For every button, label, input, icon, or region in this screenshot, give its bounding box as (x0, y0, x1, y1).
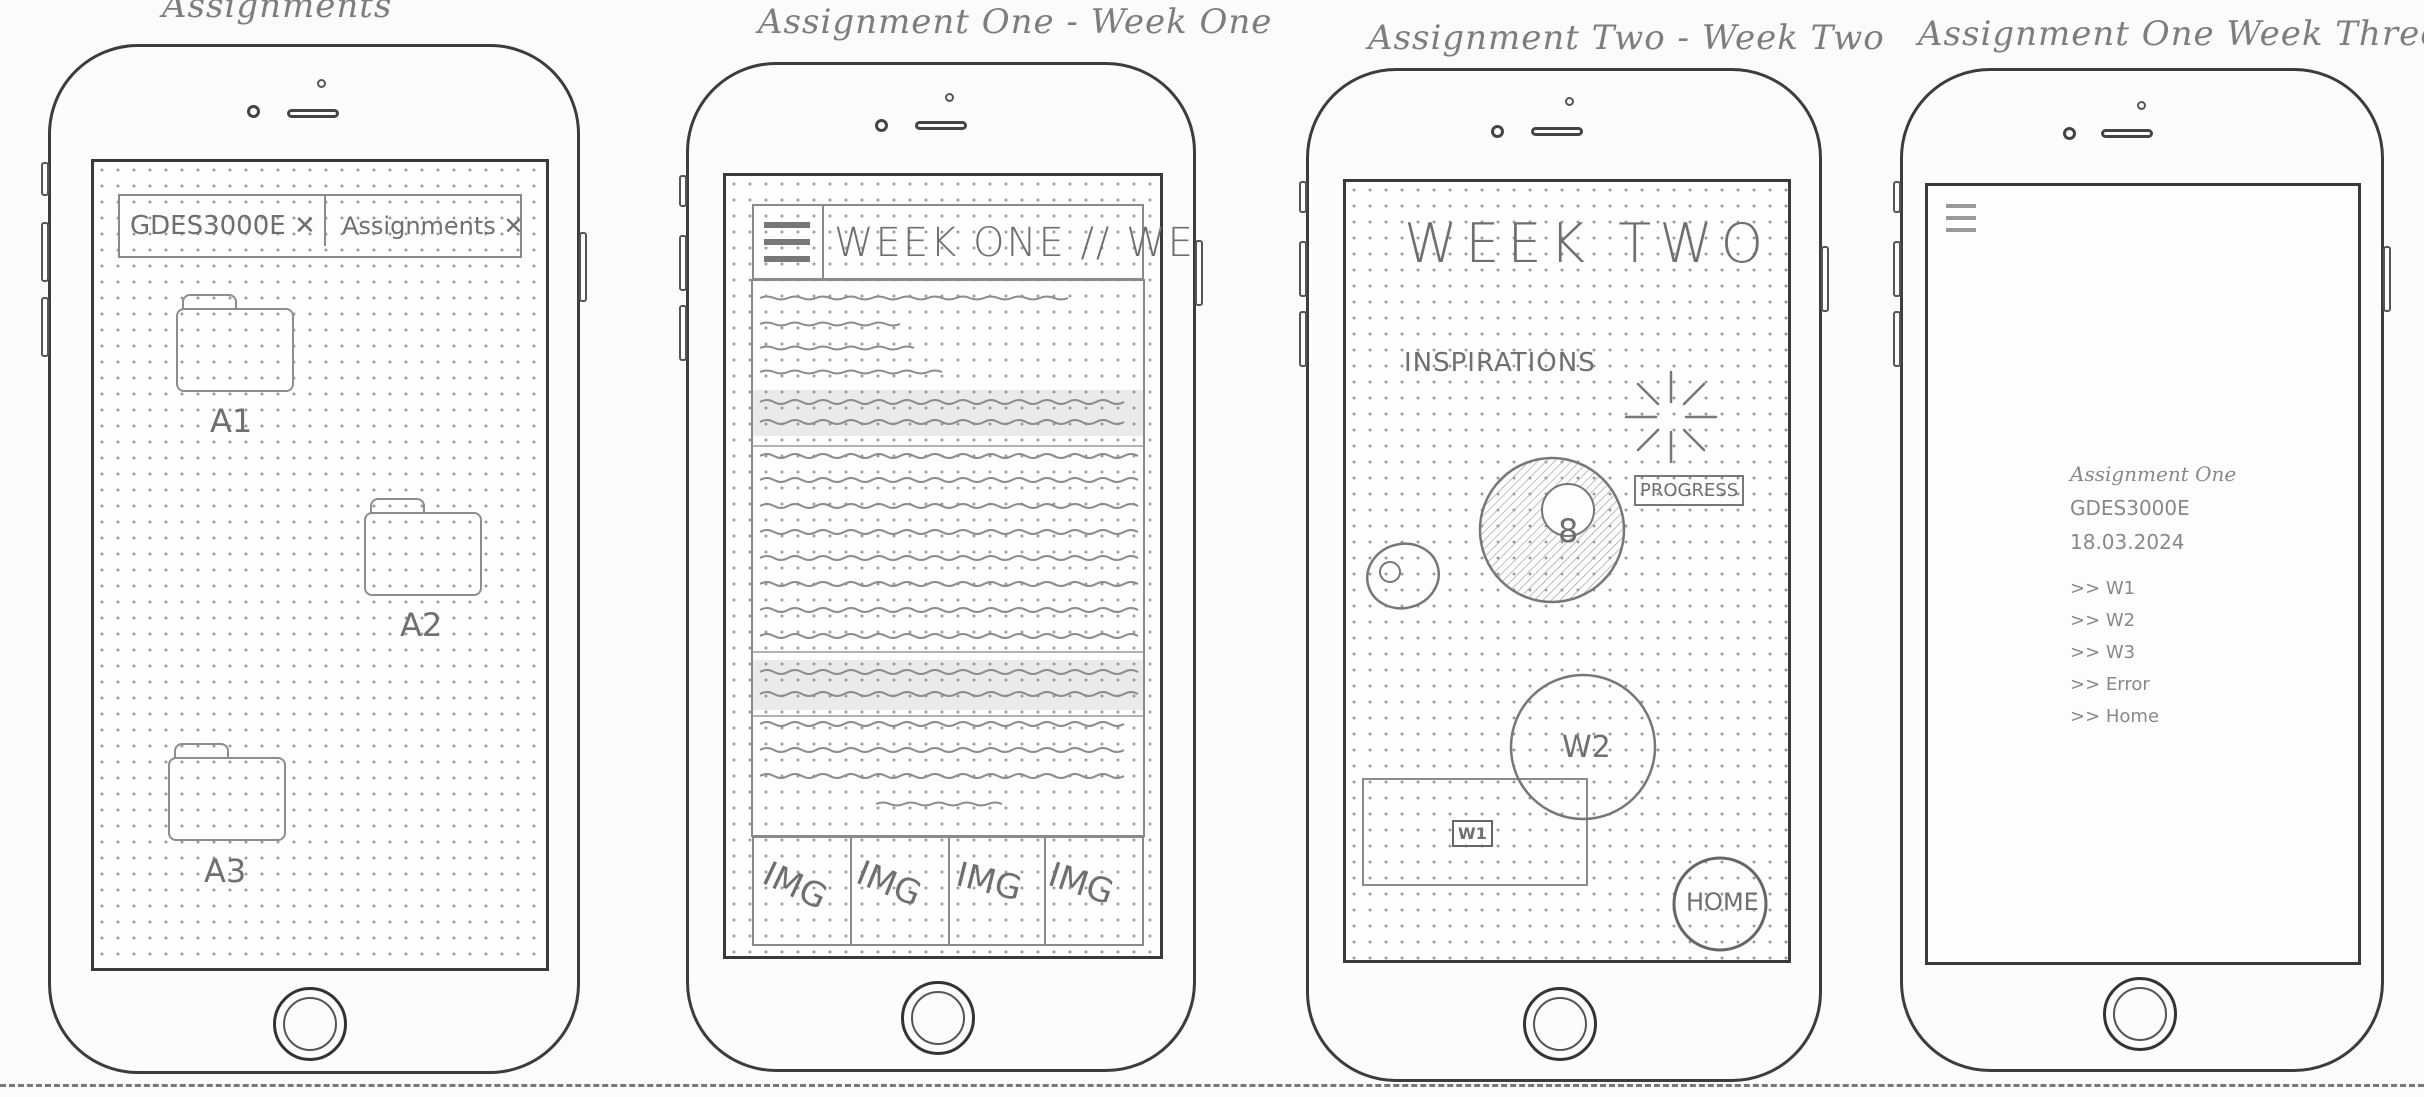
image-divider (850, 836, 852, 946)
power-button (2383, 246, 2391, 312)
speaker-icon (1531, 127, 1583, 136)
screen-assignments: GDES3000E ✕ Assignments ✕ A1 A2 A3 (91, 159, 549, 971)
menu-item-home[interactable]: >> Home (2070, 706, 2159, 727)
phone-frame-week-one: WEEK ONE // WE IMG IMG IMG IMG (679, 62, 1203, 1072)
text-line (759, 555, 1139, 561)
menu-item-w2[interactable]: >> W2 (2070, 610, 2135, 631)
folder-label-a2: A2 (400, 606, 443, 644)
side-button (1299, 181, 1307, 213)
home-button[interactable] (2103, 977, 2177, 1051)
date: 18.03.2024 (2070, 530, 2185, 554)
highlight-band (752, 390, 1144, 436)
text-line (759, 773, 1125, 779)
w2-label: W2 (1562, 730, 1611, 765)
text-line (759, 581, 1139, 587)
page-title: WEEK TWO (1404, 212, 1772, 275)
screen-week-one: WEEK ONE // WE IMG IMG IMG IMG (723, 173, 1193, 959)
text-line (759, 747, 1125, 753)
section-heading: INSPIRATIONS (1404, 348, 1596, 378)
proximity-sensor-icon (1565, 97, 1574, 106)
side-button (1893, 181, 1901, 213)
tab-assignments[interactable]: Assignments ✕ (342, 196, 524, 256)
caption-assignments: Assignments (162, 0, 393, 26)
project-title: Assignment One (2070, 462, 2237, 486)
text-line (875, 801, 1003, 807)
text-line (759, 633, 1139, 639)
eight-ball-label: 8 (1558, 512, 1579, 550)
close-menu-icon[interactable] (1946, 204, 1976, 232)
volume-down-button (679, 305, 687, 361)
text-line (759, 477, 1139, 483)
speaker-icon (287, 109, 339, 118)
image-divider (1044, 836, 1046, 946)
volume-down-button (1299, 311, 1307, 367)
home-button[interactable] (273, 987, 347, 1061)
text-line (759, 321, 901, 327)
text-line (759, 345, 915, 351)
caption-week-two: Assignment Two - Week Two (1368, 18, 1885, 58)
home-label: HOME (1686, 888, 1759, 916)
folder-label-a1: A1 (210, 402, 253, 440)
folder-label-a3: A3 (204, 852, 247, 890)
course-code: GDES3000E (2070, 496, 2190, 520)
proximity-sensor-icon (317, 79, 326, 88)
speaker-icon (915, 121, 967, 130)
volume-down-button (41, 297, 49, 357)
phone-frame-assignments: GDES3000E ✕ Assignments ✕ A1 A2 A3 (41, 44, 587, 1074)
home-button[interactable] (1523, 987, 1597, 1061)
text-line (759, 295, 1069, 301)
power-button (1821, 246, 1829, 312)
volume-up-button (679, 235, 687, 291)
text-line (759, 607, 1139, 613)
front-camera-icon (875, 119, 888, 132)
cut-line (0, 1084, 2424, 1087)
tab-gdes3000e[interactable]: GDES3000E ✕ (130, 196, 326, 246)
folder-icon-a2[interactable] (364, 498, 482, 596)
menu-item-w1[interactable]: >> W1 (2070, 578, 2135, 599)
power-button (579, 232, 587, 302)
caption-week-three: Assignment One Week Three (1918, 14, 2424, 54)
menu-item-w3[interactable]: >> W3 (2070, 642, 2135, 663)
sparkle-icon (1624, 370, 1718, 464)
front-camera-icon (1491, 125, 1504, 138)
home-button[interactable] (901, 981, 975, 1055)
folder-icon-a1[interactable] (176, 294, 294, 392)
phone-frame-week-two: WEEK TWO INSPIRATIONS PROGRESS 8 W2 W1 H… (1299, 68, 1829, 1082)
text-line (759, 453, 1139, 459)
menu-item-error[interactable]: >> Error (2070, 674, 2150, 695)
text-line (759, 503, 1139, 509)
speaker-icon (2101, 129, 2153, 138)
volume-up-button (41, 222, 49, 282)
power-button (1195, 240, 1203, 306)
front-camera-icon (247, 105, 260, 118)
text-line (759, 529, 1139, 535)
screen-menu: Assignment One GDES3000E 18.03.2024 >> W… (1925, 183, 2361, 965)
volume-down-button (1893, 311, 1901, 367)
highlight-band (752, 660, 1144, 710)
tab-bar: GDES3000E ✕ Assignments ✕ (118, 194, 524, 258)
ball-doodle-icon[interactable] (1358, 536, 1448, 616)
text-line (759, 369, 943, 375)
volume-up-button (1299, 241, 1307, 297)
phone-frame-week-three: Assignment One GDES3000E 18.03.2024 >> W… (1893, 68, 2391, 1072)
folder-icon-a3[interactable] (168, 743, 286, 841)
side-button (679, 175, 687, 207)
w1-link[interactable]: W1 (1452, 820, 1493, 847)
side-button (41, 162, 49, 196)
caption-week-one: Assignment One - Week One (758, 2, 1273, 42)
proximity-sensor-icon (945, 93, 954, 102)
text-line (759, 721, 1125, 727)
progress-button[interactable]: PROGRESS (1634, 475, 1745, 506)
volume-up-button (1893, 241, 1901, 297)
eight-ball-icon[interactable] (1472, 450, 1632, 610)
screen-week-two: WEEK TWO INSPIRATIONS PROGRESS 8 W2 W1 H… (1343, 179, 1791, 963)
image-divider (948, 836, 950, 946)
proximity-sensor-icon (2137, 101, 2146, 110)
front-camera-icon (2063, 127, 2076, 140)
